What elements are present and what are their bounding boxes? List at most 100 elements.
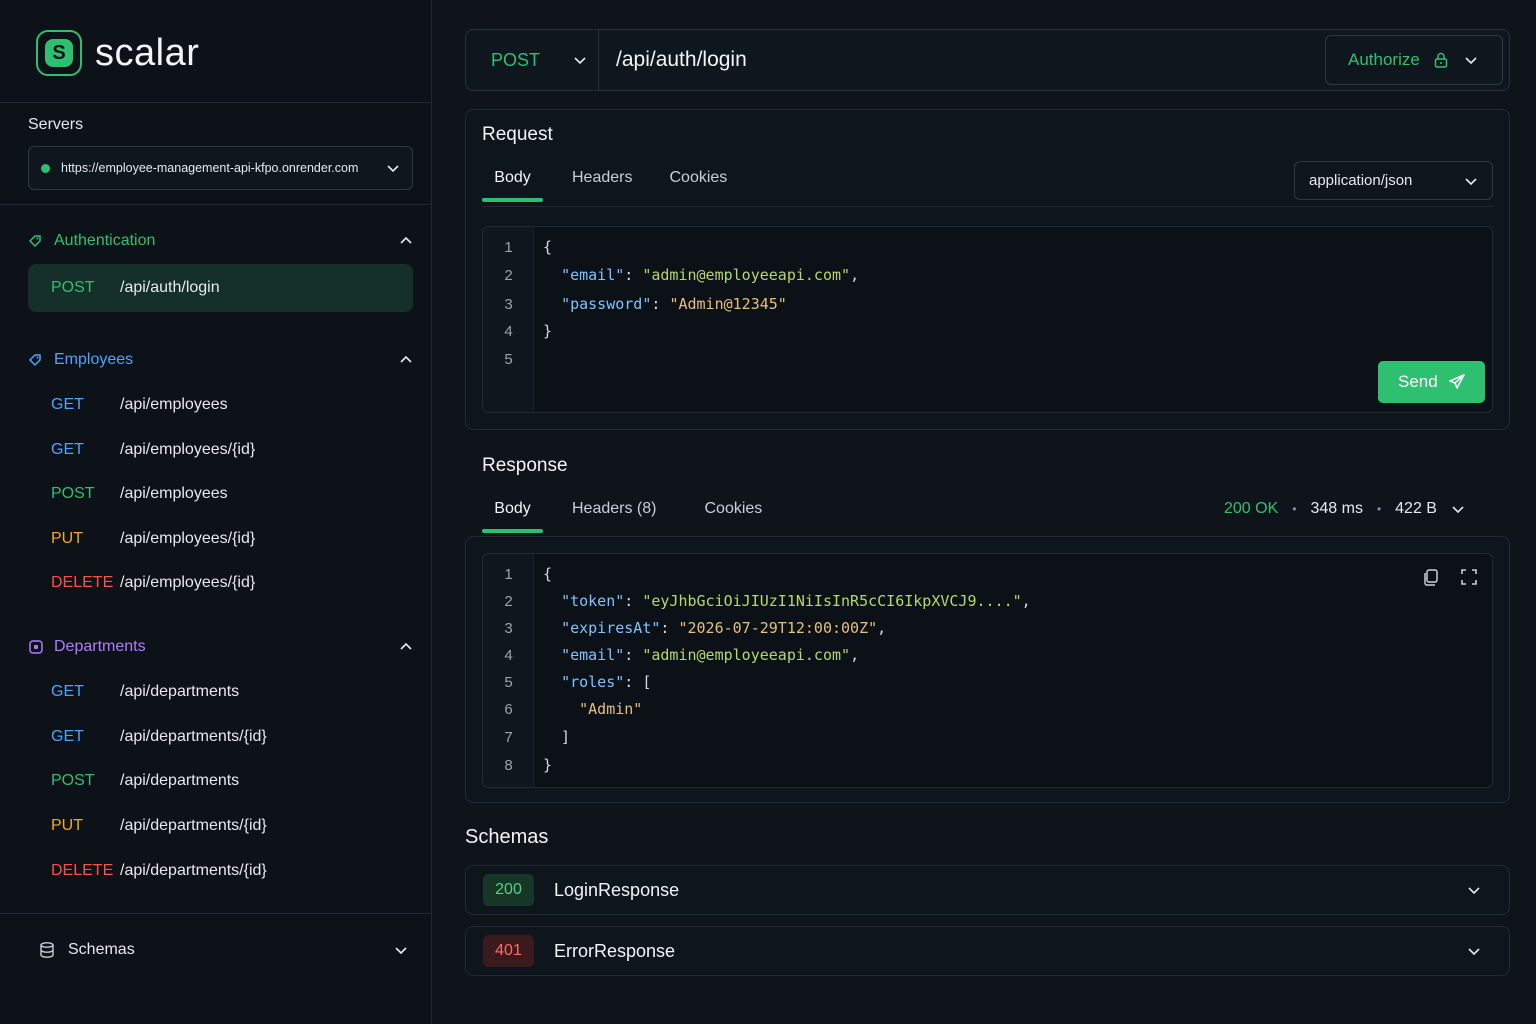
schemas-nav-label: Schemas: [68, 941, 135, 958]
content-type-value: application/json: [1309, 172, 1413, 189]
status-code-badge: 200: [483, 874, 534, 906]
method-label: GET: [51, 728, 84, 745]
method-select[interactable]: POST: [466, 30, 599, 90]
send-label: Send: [1398, 372, 1438, 391]
response-time: 348 ms: [1310, 500, 1363, 517]
database-icon: [40, 942, 54, 958]
tag-icon: [28, 354, 41, 367]
sidebar-endpoint[interactable]: GET /api/departments: [28, 668, 413, 716]
content-type-select[interactable]: application/json: [1294, 161, 1493, 200]
sidebar-endpoint[interactable]: GET /api/employees/{id}: [28, 426, 413, 474]
schema-name: ErrorResponse: [554, 940, 676, 961]
lock-icon: [1434, 52, 1448, 68]
method-label: PUT: [51, 530, 83, 547]
scalar-logo-icon: S: [36, 30, 82, 76]
code-line: 8}: [504, 756, 553, 774]
group-employees[interactable]: Employees: [28, 348, 413, 372]
chevron-down-icon[interactable]: [1451, 502, 1465, 516]
sidebar-endpoint[interactable]: DELETE /api/employees/{id}: [28, 559, 413, 607]
status-code-badge: 401: [483, 935, 534, 967]
endpoint-path: /api/departments/{id}: [120, 817, 267, 834]
url-path-input[interactable]: /api/auth/login: [599, 48, 1325, 72]
group-departments[interactable]: Departments: [28, 635, 413, 659]
send-button[interactable]: Send: [1378, 361, 1485, 403]
code-line: 5 "roles": [: [504, 673, 652, 691]
status-badge: 200 OK: [1224, 500, 1279, 517]
brand-name: scalar: [95, 31, 200, 74]
response-body-viewer[interactable]: 1{ 2 "token": "eyJhbGciOiJIUzI1NiIsInR5c…: [482, 553, 1493, 788]
tab-response-cookies[interactable]: Cookies: [694, 489, 772, 529]
endpoint-path: /api/departments/{id}: [120, 728, 267, 745]
server-url: https://employee-management-api-kfpo.onr…: [61, 161, 359, 175]
tag-icon: [28, 235, 41, 248]
schema-row-200[interactable]: 200 LoginResponse: [465, 865, 1510, 915]
group-authentication[interactable]: Authentication: [28, 229, 413, 253]
method-label: PUT: [51, 817, 83, 834]
sidebar-schemas[interactable]: Schemas: [38, 938, 408, 962]
tab-response-body[interactable]: Body: [482, 489, 543, 533]
endpoint-path: /api/employees: [120, 396, 228, 413]
group-label: Departments: [54, 638, 146, 655]
chevron-down-icon: [387, 165, 399, 173]
chevron-down-icon: [1468, 887, 1480, 895]
code-line: 2 "email": "admin@employeeapi.com",: [504, 266, 860, 284]
tab-request-body[interactable]: Body: [482, 158, 543, 202]
chevron-down-icon: [574, 57, 586, 65]
endpoint-path: /api/departments/{id}: [120, 862, 267, 879]
sidebar-endpoint[interactable]: POST /api/departments: [28, 757, 413, 805]
sidebar-endpoint-login[interactable]: POST /api/auth/login: [28, 264, 413, 312]
divider: [0, 913, 432, 914]
chevron-up-icon[interactable]: [399, 234, 413, 248]
method-label: POST: [51, 772, 95, 789]
response-tabs: Body Headers (8) Cookies: [482, 489, 772, 533]
code-line: 3 "expiresAt": "2026-07-29T12:00:00Z",: [504, 619, 887, 637]
method-label: DELETE: [51, 862, 114, 879]
method-label: POST: [51, 279, 95, 296]
response-size: 422 B: [1395, 500, 1437, 517]
request-tabs: Body Headers Cookies: [482, 158, 737, 202]
group-label: Authentication: [54, 232, 156, 249]
method-label: DELETE: [51, 574, 114, 591]
authorize-label: Authorize: [1348, 50, 1420, 69]
endpoint-path: /api/departments: [120, 772, 240, 789]
schema-row-401[interactable]: 401 ErrorResponse: [465, 926, 1510, 976]
chevron-up-icon[interactable]: [399, 353, 413, 367]
separator-dot: •: [1376, 502, 1382, 516]
code-line: 7 ]: [504, 728, 571, 746]
code-line: 2 "token": "eyJhbGciOiJIUzI1NiIsInR5cCI6…: [504, 592, 1031, 610]
code-line: 4 "email": "admin@employeeapi.com",: [504, 646, 860, 664]
sidebar-endpoint[interactable]: GET /api/employees: [28, 381, 413, 429]
server-status-dot: [41, 163, 50, 173]
sidebar-endpoint[interactable]: DELETE /api/departments/{id}: [28, 847, 413, 895]
sidebar-endpoint[interactable]: PUT /api/departments/{id}: [28, 802, 413, 850]
endpoint-path: /api/employees/{id}: [120, 441, 256, 458]
chevron-down-icon: [395, 947, 407, 955]
sidebar-endpoint[interactable]: POST /api/employees: [28, 470, 413, 518]
tab-request-cookies[interactable]: Cookies: [659, 158, 737, 198]
copy-icon[interactable]: [1421, 567, 1441, 587]
endpoint-path: /api/employees: [120, 485, 228, 502]
sidebar-endpoint[interactable]: PUT /api/employees/{id}: [28, 515, 413, 563]
brand-logo[interactable]: S scalar: [36, 30, 199, 76]
folder-icon: [29, 640, 43, 654]
divider: [0, 102, 432, 103]
code-line: 6 "Admin": [504, 700, 643, 718]
chevron-up-icon[interactable]: [399, 640, 413, 654]
authorize-button[interactable]: Authorize: [1325, 35, 1503, 85]
server-select[interactable]: https://employee-management-api-kfpo.onr…: [28, 146, 413, 190]
request-body-editor[interactable]: 1{ 2 "email": "admin@employeeapi.com", 3…: [482, 226, 1493, 413]
method-label: GET: [51, 396, 84, 413]
code-line: 5: [504, 350, 513, 368]
logo-letter: S: [45, 39, 73, 67]
expand-icon[interactable]: [1459, 567, 1479, 587]
sidebar-endpoint[interactable]: GET /api/departments/{id}: [28, 713, 413, 761]
tabs-divider: [482, 206, 1493, 207]
tab-request-headers[interactable]: Headers: [562, 158, 642, 198]
method-label: GET: [51, 683, 84, 700]
code-line: 1{: [504, 565, 553, 583]
tab-response-headers[interactable]: Headers (8): [562, 489, 666, 529]
chevron-down-icon: [1465, 177, 1477, 185]
response-meta: 200 OK • 348 ms • 422 B: [1224, 497, 1465, 521]
request-title: Request: [482, 124, 553, 145]
endpoint-path: /api/employees/{id}: [120, 530, 256, 547]
